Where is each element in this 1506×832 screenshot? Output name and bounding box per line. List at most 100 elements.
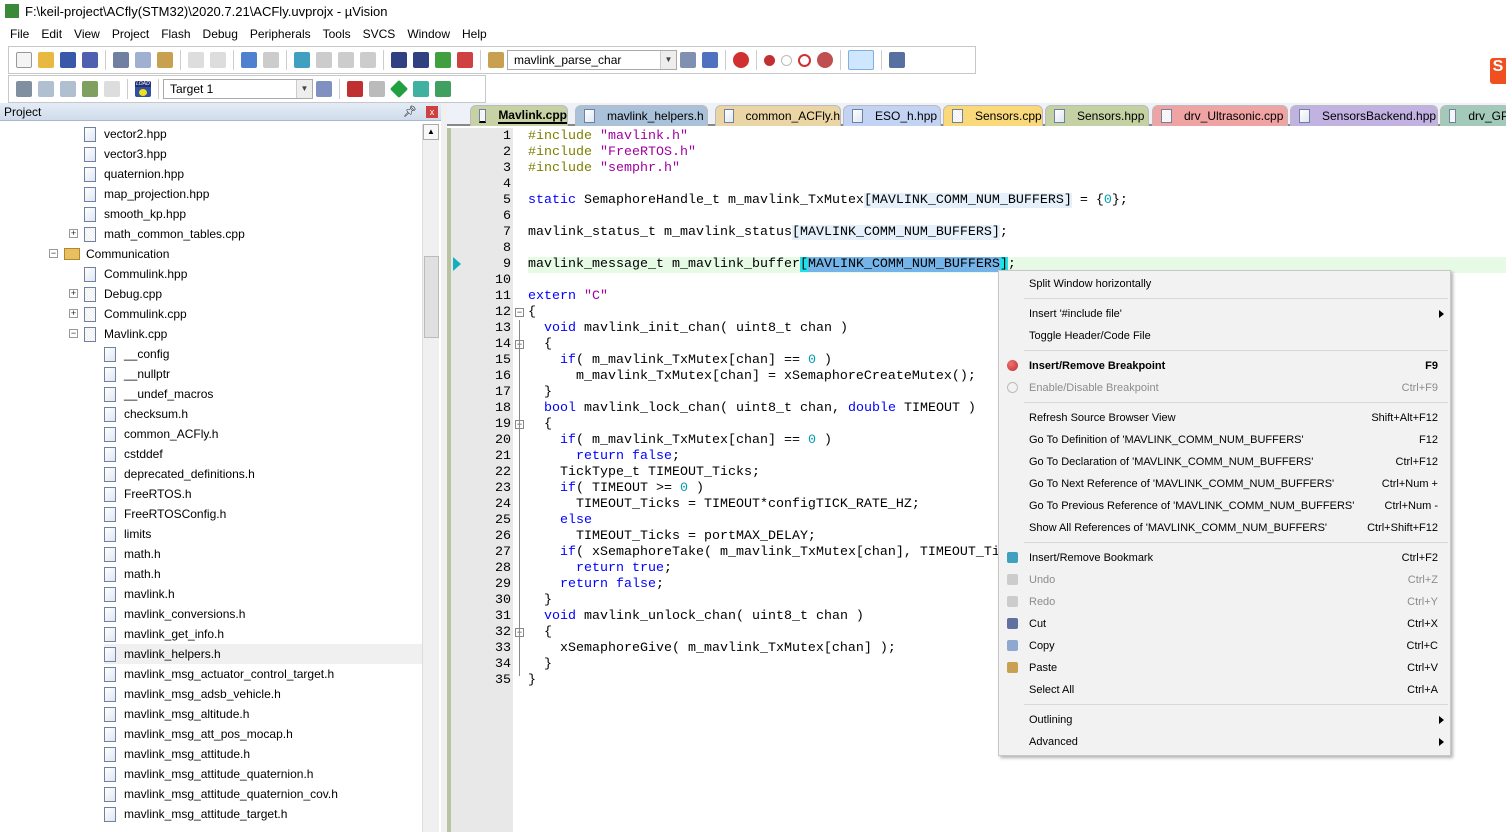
tree-item[interactable]: Mavlink.cpp bbox=[84, 324, 422, 344]
code-line[interactable] bbox=[528, 241, 1506, 257]
tree-item[interactable]: FreeRTOS.h bbox=[104, 484, 422, 504]
next-bookmark-icon[interactable] bbox=[338, 52, 354, 68]
tree-item[interactable]: vector2.hpp bbox=[84, 124, 422, 144]
prev-bookmark-icon[interactable] bbox=[316, 52, 332, 68]
select-software-packs-icon[interactable] bbox=[413, 81, 429, 97]
collapse-icon[interactable]: − bbox=[49, 249, 58, 258]
project-tree-scrollbar[interactable]: ▲ bbox=[422, 124, 439, 832]
context-menu-item[interactable]: Paste Ctrl+V bbox=[999, 657, 1450, 679]
cut-icon[interactable] bbox=[113, 52, 129, 68]
navigate-forward-icon[interactable] bbox=[263, 52, 279, 68]
context-menu-item[interactable]: Toggle Header/Code File bbox=[999, 325, 1450, 347]
tree-item[interactable]: Communication bbox=[64, 244, 422, 264]
tree-item[interactable]: mavlink_get_info.h bbox=[104, 624, 422, 644]
undo-icon[interactable] bbox=[188, 52, 204, 68]
manage-multi-project-icon[interactable] bbox=[369, 81, 385, 97]
bookmark-icon[interactable] bbox=[294, 52, 310, 68]
uncomment-icon[interactable] bbox=[457, 52, 473, 68]
expand-icon[interactable]: + bbox=[69, 309, 78, 318]
kill-breakpoints-icon[interactable] bbox=[817, 52, 833, 68]
find-icon[interactable] bbox=[680, 52, 696, 68]
tab-sensors-hpp[interactable]: Sensors.hpp bbox=[1045, 105, 1149, 126]
tree-item[interactable]: math.h bbox=[104, 564, 422, 584]
tree-item[interactable]: map_projection.hpp bbox=[84, 184, 422, 204]
menu-project[interactable]: Project bbox=[106, 27, 155, 41]
tree-item[interactable]: quaternion.hpp bbox=[84, 164, 422, 184]
context-menu-item[interactable]: Insert/Remove Bookmark Ctrl+F2 bbox=[999, 547, 1450, 569]
expand-icon[interactable]: + bbox=[69, 229, 78, 238]
tree-item[interactable]: mavlink_msg_actuator_control_target.h bbox=[104, 664, 422, 684]
navigate-back-icon[interactable] bbox=[241, 52, 257, 68]
manage-run-time-environment-icon[interactable] bbox=[389, 79, 409, 99]
context-menu-item[interactable]: Outlining bbox=[999, 709, 1450, 731]
context-menu-item[interactable]: Undo Ctrl+Z bbox=[999, 569, 1450, 591]
menu-flash[interactable]: Flash bbox=[155, 27, 196, 41]
tree-item[interactable]: mavlink_msg_altitude.h bbox=[104, 704, 422, 724]
tree-item[interactable]: __nullptr bbox=[104, 364, 422, 384]
context-menu-item[interactable]: Refresh Source Browser View Shift+Alt+F12 bbox=[999, 407, 1450, 429]
tree-item[interactable]: mavlink_msg_att_pos_mocap.h bbox=[104, 724, 422, 744]
tree-item[interactable]: common_ACFly.h bbox=[104, 424, 422, 444]
collapse-fold-icon[interactable]: − bbox=[515, 308, 524, 317]
paste-icon[interactable] bbox=[157, 52, 173, 68]
chevron-down-icon[interactable]: ▼ bbox=[296, 80, 312, 98]
tree-item[interactable]: mavlink_conversions.h bbox=[104, 604, 422, 624]
tree-item[interactable]: deprecated_definitions.h bbox=[104, 464, 422, 484]
tree-item[interactable]: mavlink_msg_attitude_quaternion.h bbox=[104, 764, 422, 784]
context-menu-item[interactable]: Insert '#include file' bbox=[999, 303, 1450, 325]
tree-item[interactable]: mavlink.h bbox=[104, 584, 422, 604]
menu-view[interactable]: View bbox=[68, 27, 106, 41]
code-line[interactable]: #include "mavlink.h" bbox=[528, 129, 1506, 145]
save-icon[interactable] bbox=[60, 52, 76, 68]
tree-item[interactable]: Debug.cpp bbox=[84, 284, 422, 304]
new-file-icon[interactable] bbox=[16, 52, 32, 68]
insert-breakpoint-icon[interactable] bbox=[764, 54, 775, 66]
tree-item[interactable]: cstddef bbox=[104, 444, 422, 464]
tab-common-acfly-h[interactable]: common_ACFly.h bbox=[715, 105, 841, 126]
code-line[interactable]: static SemaphoreHandle_t m_mavlink_TxMut… bbox=[528, 193, 1506, 209]
redo-icon[interactable] bbox=[210, 52, 226, 68]
tree-item[interactable]: mavlink_msg_attitude.h bbox=[104, 744, 422, 764]
tree-item[interactable]: mavlink_msg_attitude_quaternion_cov.h bbox=[104, 784, 422, 804]
tab-mavlink-cpp[interactable]: Mavlink.cpp bbox=[470, 105, 568, 126]
tree-item[interactable]: limits bbox=[104, 524, 422, 544]
tab-eso-h-hpp[interactable]: ESO_h.hpp bbox=[843, 105, 941, 126]
context-menu-item[interactable]: Go To Previous Reference of 'MAVLINK_COM… bbox=[999, 495, 1450, 517]
context-menu-item[interactable]: Show All References of 'MAVLINK_COMM_NUM… bbox=[999, 517, 1450, 539]
pin-icon[interactable]: 📌︎ bbox=[403, 105, 417, 118]
menu-window[interactable]: Window bbox=[401, 27, 456, 41]
tree-item[interactable]: checksum.h bbox=[104, 404, 422, 424]
tab-drv-gp[interactable]: drv_GP bbox=[1440, 105, 1506, 126]
find-combo[interactable]: mavlink_parse_char ▼ bbox=[507, 50, 677, 70]
context-menu-item[interactable]: Go To Declaration of 'MAVLINK_COMM_NUM_B… bbox=[999, 451, 1450, 473]
tree-item[interactable]: FreeRTOSConfig.h bbox=[104, 504, 422, 524]
expand-icon[interactable]: + bbox=[69, 289, 78, 298]
code-line[interactable] bbox=[528, 209, 1506, 225]
context-menu-item[interactable]: Go To Next Reference of 'MAVLINK_COMM_NU… bbox=[999, 473, 1450, 495]
unindent-icon[interactable] bbox=[413, 52, 429, 68]
tab-drv-ultrasonic-cpp[interactable]: drv_Ultrasonic.cpp bbox=[1152, 105, 1288, 126]
code-line[interactable]: mavlink_status_t m_mavlink_status[MAVLIN… bbox=[528, 225, 1506, 241]
scrollbar-thumb[interactable] bbox=[424, 256, 439, 338]
disable-all-breakpoints-icon[interactable] bbox=[798, 53, 811, 67]
batch-build-icon[interactable] bbox=[82, 81, 98, 97]
menu-help[interactable]: Help bbox=[456, 27, 493, 41]
chevron-down-icon[interactable]: ▼ bbox=[660, 51, 676, 69]
build-icon[interactable] bbox=[38, 81, 54, 97]
context-menu-item[interactable]: Select All Ctrl+A bbox=[999, 679, 1450, 701]
context-menu-item[interactable]: Go To Definition of 'MAVLINK_COMM_NUM_BU… bbox=[999, 429, 1450, 451]
window-layout-icon[interactable] bbox=[848, 50, 874, 70]
context-menu-item[interactable]: Advanced bbox=[999, 731, 1450, 753]
tree-item[interactable]: mavlink_msg_adsb_vehicle.h bbox=[104, 684, 422, 704]
tree-item[interactable]: math_common_tables.cpp bbox=[84, 224, 422, 244]
copy-icon[interactable] bbox=[135, 52, 151, 68]
comment-icon[interactable] bbox=[435, 52, 451, 68]
code-line[interactable] bbox=[528, 177, 1506, 193]
code-line[interactable]: #include "FreeRTOS.h" bbox=[528, 145, 1506, 161]
translate-icon[interactable] bbox=[16, 81, 32, 97]
tab-sensorsbackend-hpp[interactable]: SensorsBackend.hpp bbox=[1290, 105, 1438, 126]
debug-session-icon[interactable] bbox=[733, 52, 749, 68]
context-menu-item[interactable]: Cut Ctrl+X bbox=[999, 613, 1450, 635]
context-menu-item[interactable]: Split Window horizontally bbox=[999, 273, 1450, 295]
target-combo[interactable]: Target 1 ▼ bbox=[163, 79, 313, 99]
